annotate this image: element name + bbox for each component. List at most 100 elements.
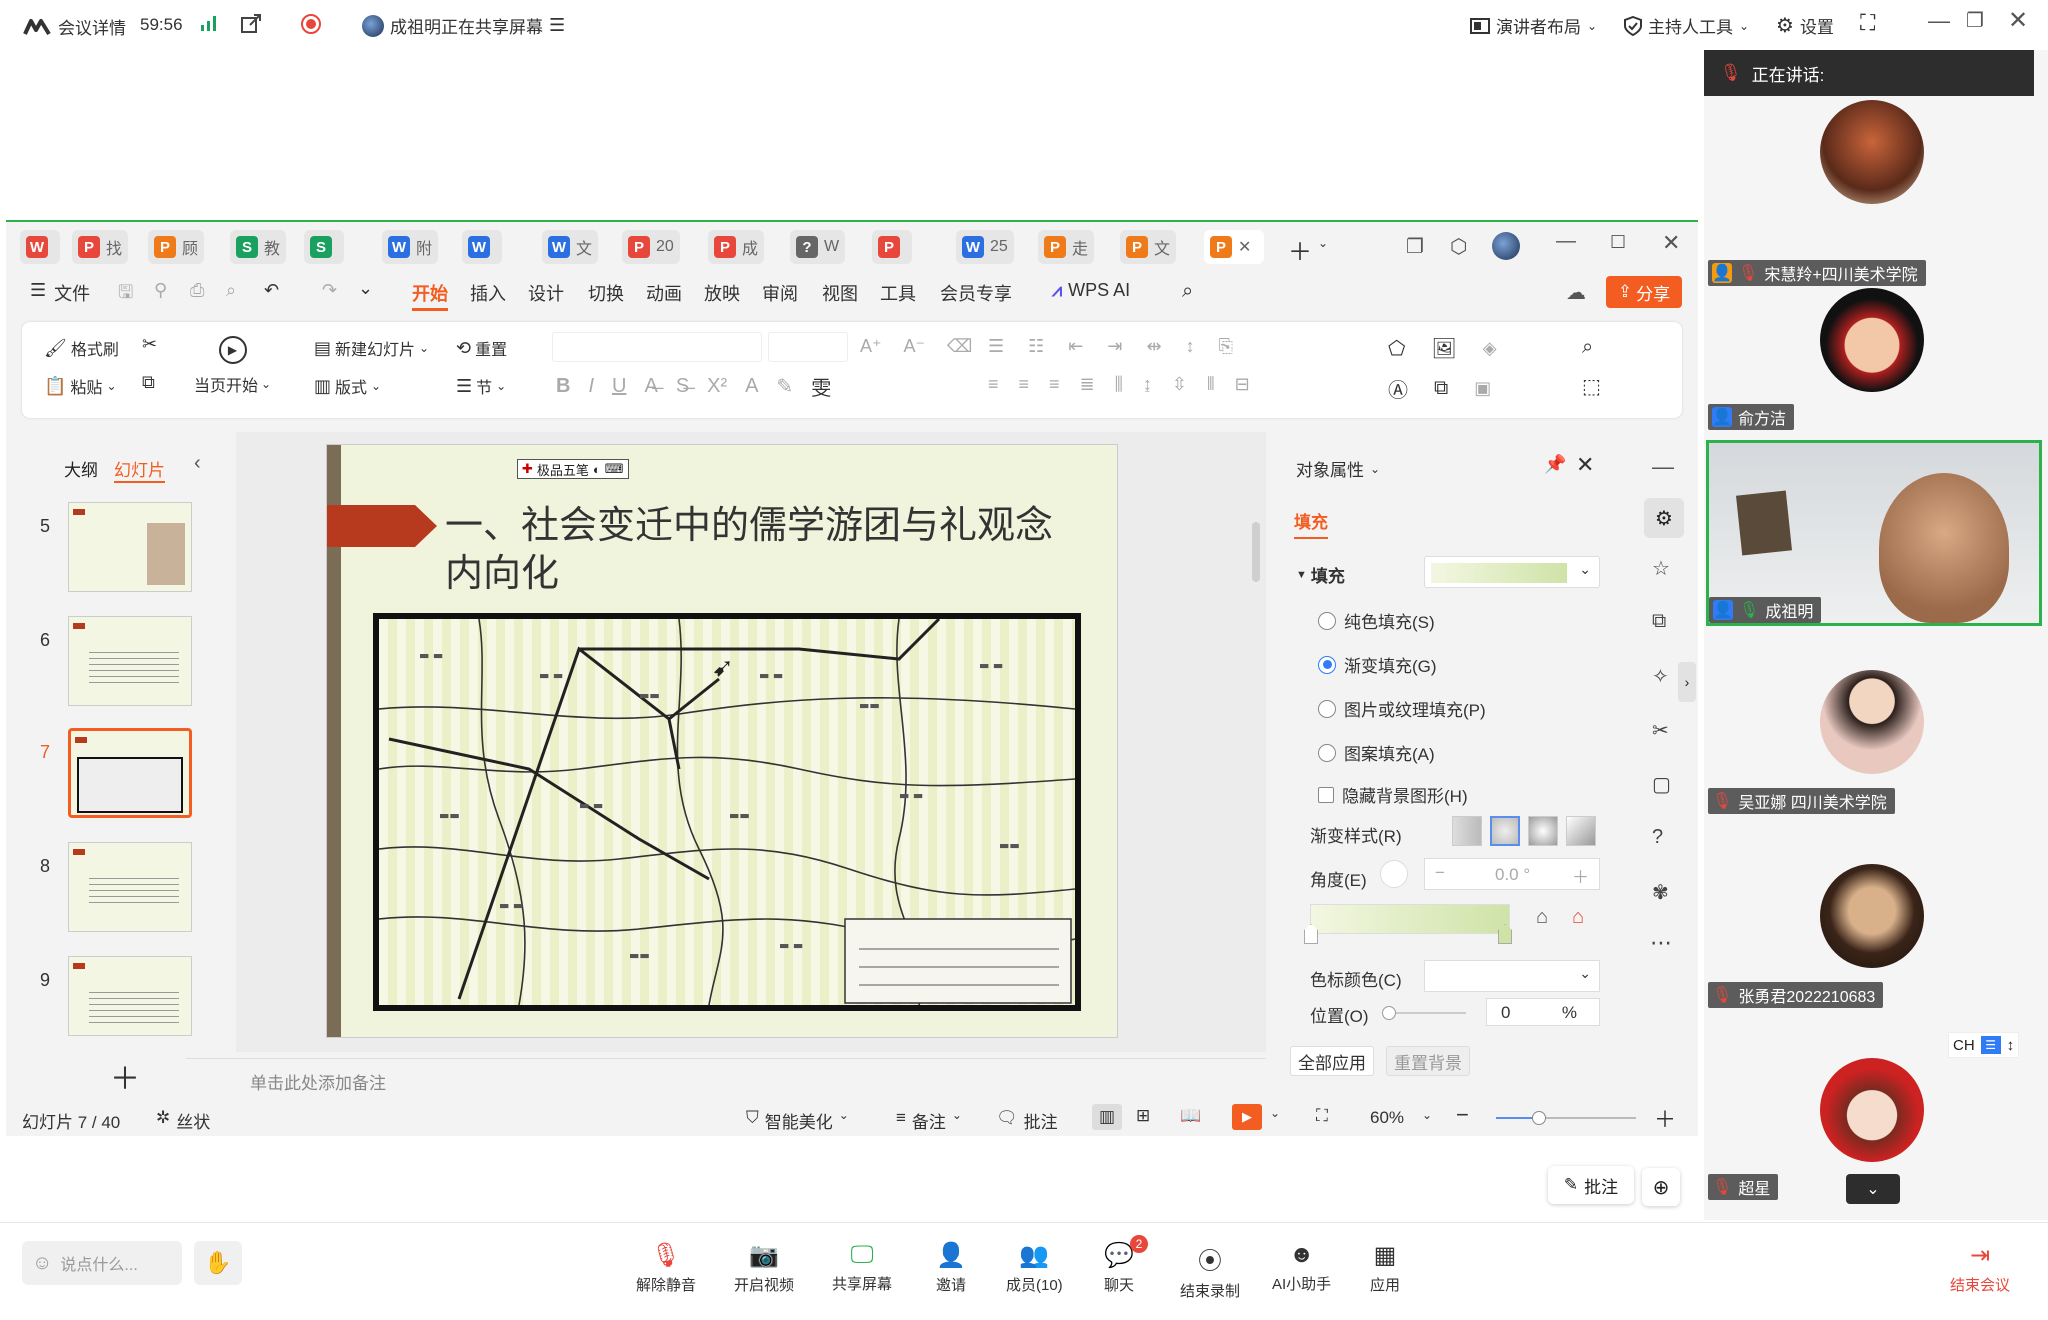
reset-button[interactable]: ⟲ 重置 [456, 336, 507, 360]
record-icon[interactable] [300, 13, 322, 35]
fullscreen-icon[interactable]: ⛶ [1860, 10, 1875, 36]
slide-title[interactable]: 一、社会变迁中的儒学游团与礼观念内向化 [445, 501, 1085, 597]
window-view-icon[interactable]: ❐ [1406, 234, 1424, 259]
outline-icon[interactable]: ▣ [1474, 378, 1491, 399]
menu-tab[interactable]: 动画 [646, 280, 682, 306]
share-screen-button[interactable]: 🖵 共享屏幕 [832, 1241, 892, 1294]
minimize-icon[interactable]: — [1556, 230, 1576, 253]
print-preview-icon[interactable]: ⌕ [226, 280, 236, 301]
gradient-linear-option[interactable] [1452, 816, 1482, 846]
gradient-bar[interactable] [1310, 904, 1510, 934]
file-tab[interactable]: ? W [790, 230, 846, 264]
plus-icon[interactable]: ＋ [1572, 863, 1589, 888]
justify-icon[interactable]: ≣ [1080, 374, 1095, 395]
cube-icon[interactable]: ⬡ [1450, 234, 1467, 259]
file-tab[interactable]: P走 [1038, 230, 1095, 264]
chevron-down-icon[interactable]: ⌄ [1318, 236, 1328, 250]
menu-tab[interactable]: 审阅 [762, 280, 798, 306]
more-icon[interactable]: ⋯ [1650, 930, 1672, 956]
menu-tab[interactable]: 设计 [528, 280, 564, 306]
raise-hand-icon[interactable]: ✋ [194, 1241, 242, 1285]
maximize-icon[interactable]: ☐ [1610, 232, 1626, 253]
menu-tab[interactable]: 插入 [470, 280, 506, 306]
video-tile-active-speaker[interactable]: 👤 🎙 成祖明 [1706, 440, 2042, 626]
help-icon[interactable]: ? [1652, 826, 1663, 849]
bullet-list-icon[interactable]: ☰ [988, 336, 1004, 357]
fill-option-radio[interactable]: 渐变填充(G) [1318, 652, 1437, 677]
canvas-scrollbar[interactable] [1250, 432, 1262, 1052]
fill-option-radio[interactable]: 纯色填充(S) [1318, 608, 1435, 633]
reset-bg-button[interactable]: 重置背景 [1386, 1046, 1470, 1076]
fill-option-radio[interactable]: 图片或纹理填充(P) [1318, 696, 1486, 721]
file-tab[interactable]: S [304, 230, 344, 264]
fill-color-dropdown[interactable]: ⌄ [1424, 556, 1600, 588]
position-slider[interactable] [1382, 1006, 1466, 1020]
file-tab[interactable]: P文 [1120, 230, 1177, 264]
layout-dropdown[interactable]: ▥ 版式 ⌄ [314, 374, 381, 398]
text-spacing-icon[interactable]: ⇹ [1146, 336, 1161, 357]
underline-icon[interactable]: U [612, 375, 626, 398]
close-icon[interactable]: ✕ [1662, 230, 1680, 256]
zoom-value[interactable]: 60% [1370, 1108, 1404, 1128]
ime-indicator[interactable]: CH ☰ ↕ [1948, 1032, 2020, 1058]
animation-icon[interactable]: ✧ [1652, 664, 1669, 689]
angle-stepper[interactable]: − 0.0 ° ＋ [1424, 858, 1600, 890]
theme-button[interactable]: ✲ 丝状 [156, 1108, 210, 1133]
ime-toolbar[interactable]: ✚ 极品五笔 ◐ ⌨ [517, 459, 629, 479]
minimize-icon[interactable]: — [1928, 8, 1950, 34]
outline-tab[interactable]: 大纲 [64, 456, 98, 481]
wps-ai-button[interactable]: ⩘ WPS AI [1052, 280, 1130, 301]
find-icon[interactable]: ⌕ [1582, 336, 1593, 359]
undo-icon[interactable]: ↶ [264, 280, 279, 301]
line-spacing-icon[interactable]: ↨ [1143, 374, 1152, 395]
fill-tab[interactable]: 填充 [1294, 508, 1328, 539]
file-tab[interactable]: W [462, 230, 502, 264]
menu-tab[interactable]: 放映 [704, 280, 740, 306]
italic-icon[interactable]: I [588, 375, 594, 398]
end-meeting-button[interactable]: ⇥ 结束会议 [1950, 1241, 2010, 1295]
text-direction-icon[interactable]: ↕ [1186, 336, 1195, 357]
gradient-radial-option[interactable] [1490, 816, 1520, 846]
popout-icon[interactable] [240, 13, 262, 35]
meeting-details-button[interactable]: 会议详情 [22, 14, 126, 39]
slide-thumb-6[interactable] [68, 616, 192, 706]
zoom-out-icon[interactable]: − [1456, 1102, 1469, 1128]
close-panel-icon[interactable]: ✕ [1576, 452, 1594, 478]
transition-icon[interactable]: ⧉ [1652, 610, 1666, 633]
format-painter-button[interactable]: 🖌 格式刷 [44, 336, 119, 360]
apps-button[interactable]: ▦ 应用 [1370, 1241, 1400, 1295]
new-slide-button[interactable]: ▤ 新建幻灯片 ⌄ [314, 336, 429, 360]
file-tab[interactable]: S教 [230, 230, 287, 264]
notes-area[interactable]: 单击此处添加备注 [186, 1058, 1266, 1098]
settings-button[interactable]: ⚙ 设置 [1776, 13, 1834, 38]
position-input[interactable]: 0 % [1486, 998, 1600, 1026]
align-center-icon[interactable]: ≡ [1019, 374, 1030, 395]
plugin-icon[interactable]: ✾ [1652, 880, 1669, 905]
slide-thumb-9[interactable] [68, 956, 192, 1036]
fill-option-radio[interactable]: 图案填充(A) [1318, 740, 1435, 765]
expand-pane-icon[interactable]: › [1678, 662, 1696, 702]
close-icon[interactable]: ✕ [2008, 6, 2028, 35]
file-menu[interactable]: ☰ 文件 [30, 280, 90, 306]
chevron-down-icon[interactable]: ⌄ [358, 278, 373, 299]
unmute-button[interactable]: 🎙 解除静音 [636, 1241, 696, 1295]
properties-tool-icon[interactable]: ⚙ [1644, 498, 1684, 538]
layout-button[interactable]: 演讲者布局 ⌄ [1470, 13, 1597, 38]
phonetic-icon[interactable]: 雯 [811, 372, 831, 401]
book-icon[interactable]: ▢ [1652, 772, 1671, 797]
add-stop-icon[interactable]: ⌂ [1536, 906, 1548, 929]
file-tab[interactable]: P成 [708, 230, 765, 264]
superscript-icon[interactable]: X² [707, 375, 727, 398]
numbered-list-icon[interactable]: ☷ [1028, 336, 1044, 357]
file-tab[interactable]: W文 [542, 230, 599, 264]
user-avatar[interactable] [1492, 232, 1520, 260]
zoom-in-icon[interactable]: ＋ [1654, 1102, 1676, 1134]
signal-icon[interactable] [200, 14, 220, 32]
link-icon[interactable]: ⚲ [154, 280, 167, 301]
grow-font-icon[interactable]: A⁺ [860, 336, 882, 357]
paste-button[interactable]: 📋 粘贴 ⌄ [44, 374, 117, 398]
outdent-icon[interactable]: ⇤ [1068, 336, 1083, 357]
file-tab[interactable]: W 25 [956, 230, 1014, 264]
star-icon[interactable]: ☆ [1652, 556, 1670, 581]
convert-icon[interactable]: ⎘ [1219, 336, 1233, 357]
